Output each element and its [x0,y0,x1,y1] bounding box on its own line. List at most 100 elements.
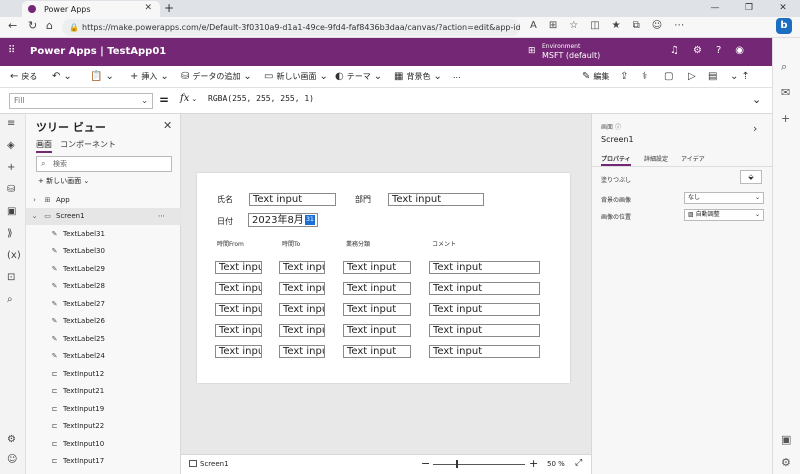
tab-advanced[interactable]: 詳細設定 [644,154,668,163]
grid-text-input[interactable]: Text input [279,345,325,358]
back-arrow-icon[interactable]: ← [8,19,17,32]
tab-components[interactable]: コンポーネント [60,139,116,150]
undo-button[interactable]: ↶ ⌄ [52,71,72,82]
background-image-dropdown[interactable]: なし ⌄ [684,192,764,204]
tab-ideas[interactable]: アイデア [681,154,705,163]
comments-icon[interactable]: ▢ [664,71,673,82]
tree-item[interactable]: ✎ TextLabel28 [26,278,181,295]
text-input-name[interactable]: Text input [249,193,336,206]
image-position-dropdown[interactable]: ▨ 自動調整 ⌄ [684,209,764,221]
grid-text-input[interactable]: Text input [279,282,325,295]
new-tab-icon[interactable]: + [164,1,174,15]
sidebar-settings-gear-icon[interactable]: ⚙ [781,456,791,469]
new-screen-button[interactable]: + 新しい画面 ⌄ [38,176,89,186]
design-canvas[interactable]: 氏名 Text input 部門 Text input 日付 2023年8月 3… [181,114,591,454]
bing-icon[interactable]: b [776,18,792,34]
fill-color-button[interactable]: ⬙ [740,170,762,184]
tree-item[interactable]: ✎ TextLabel24 [26,348,181,365]
settings-gear-icon[interactable]: ⚙ [7,434,16,445]
close-window-icon[interactable]: ✕ [766,0,800,16]
grid-text-input[interactable]: Text input [215,345,262,358]
browser-tab[interactable]: Power Apps ✕ [22,1,160,17]
expand-formula-chevron-icon[interactable]: ⌄ [752,93,761,106]
grid-text-input[interactable]: Text input [215,324,262,337]
property-dropdown[interactable]: Fill ⌄ [9,93,153,109]
tree-item[interactable]: ✎ TextLabel25 [26,331,181,348]
screen-selector[interactable]: Screen1 [189,460,229,468]
share-icon[interactable]: ⇪ [620,71,628,82]
tree-item-screen1[interactable]: ⌄ ▭ Screen1 ⋯ [26,208,181,225]
grid-text-input[interactable]: Text input [279,303,325,316]
environment-picker[interactable]: ⊞ Environment MSFT (default) [528,43,600,60]
sidebar-outlook-icon[interactable]: ✉ [781,86,790,99]
media-icon[interactable]: ▣ [7,206,16,217]
extensions-icon[interactable]: ⊞ [549,20,557,31]
tree-item[interactable]: ✎ TextLabel30 [26,243,181,260]
reader-mode-icon[interactable]: A [530,20,537,31]
maximize-icon[interactable]: ❐ [732,0,766,16]
screen1-canvas[interactable]: 氏名 Text input 部門 Text input 日付 2023年8月 3… [197,173,570,383]
split-screen-icon[interactable]: ◫ [590,20,599,31]
label-name[interactable]: 氏名 [217,194,233,205]
grid-text-input[interactable]: Text input [429,345,540,358]
background-color-button[interactable]: ▦ 背景色 ⌄ [394,71,442,82]
back-button[interactable]: ← 戻る [10,71,37,82]
tree-item[interactable]: ⊏ TextInput22 [26,418,181,435]
sidebar-add-icon[interactable]: + [781,112,790,125]
favorite-star-icon[interactable]: ☆ [569,20,578,31]
home-icon[interactable]: ⌂ [46,19,53,32]
text-input-department[interactable]: Text input [388,193,484,206]
tree-item[interactable]: ✎ TextLabel27 [26,296,181,313]
grid-text-input[interactable]: Text input [279,261,325,274]
tree-item[interactable]: ✎ TextLabel29 [26,261,181,278]
url-field[interactable]: 🔒 https://make.powerapps.com/e/Default-3… [62,19,520,36]
grid-text-input[interactable]: Text input [429,324,540,337]
grid-text-input[interactable]: Text input [215,261,262,274]
zoom-in-icon[interactable]: + [529,457,538,470]
app-checker-icon[interactable]: ⚕ [642,71,647,82]
date-picker[interactable]: 2023年8月 31 [248,213,318,227]
sidebar-layout-icon[interactable]: ▣ [781,433,791,446]
grid-text-input[interactable]: Text input [429,261,540,274]
fx-icon[interactable]: fx ⌄ [180,93,197,104]
help-icon[interactable]: ? [716,45,721,56]
paste-button[interactable]: 📋 ⌄ [90,71,114,82]
power-automate-icon[interactable]: ⟫ [7,228,13,239]
tab-screens[interactable]: 画面 [36,139,52,153]
grid-text-input[interactable]: Text input [215,303,262,316]
minimize-icon[interactable]: — [698,0,732,16]
tree-item[interactable]: ⊏ TextInput12 [26,366,181,383]
advanced-tools-icon[interactable]: ⊡ [7,272,15,283]
browser-menu-icon[interactable]: ⋯ [674,20,684,31]
grid-text-input[interactable]: Text input [343,324,411,337]
label-department[interactable]: 部門 [355,194,371,205]
data-icon[interactable]: ⛁ [7,184,15,195]
more-commands-button[interactable]: ... [453,71,461,80]
grid-text-input[interactable]: Text input [343,303,411,316]
refresh-icon[interactable]: ↻ [28,19,37,32]
insert-button[interactable]: + 挿入 ⌄ [130,71,169,82]
settings-gear-icon[interactable]: ⚙ [693,45,702,56]
search-icon[interactable]: ⌕ [7,294,13,305]
new-screen-button[interactable]: ▭ 新しい画面 ⌄ [264,71,328,82]
grid-text-input[interactable]: Text input [279,324,325,337]
header-time-to[interactable]: 時間To [282,239,300,248]
profile-icon[interactable]: ☺ [652,20,662,31]
favorites-icon[interactable]: ★ [612,20,621,31]
tree-item[interactable]: ⊏ TextInput21 [26,383,181,400]
close-icon[interactable]: ✕ [163,119,172,132]
preview-play-icon[interactable]: ▷ [688,71,696,82]
theme-button[interactable]: ◐ テーマ ⌄ [335,71,382,82]
tree-item[interactable]: ⊏ TextInput19 [26,401,181,418]
header-category[interactable]: 業務分類 [346,239,370,248]
help-icon[interactable]: ⓘ [615,124,621,131]
grid-text-input[interactable]: Text input [343,282,411,295]
tree-item[interactable]: ⊏ TextInput10 [26,436,181,453]
user-avatar-icon[interactable]: ◉ [735,45,744,56]
tree-item-app[interactable]: › ⊞ App [26,192,181,209]
collections-icon[interactable]: ⧉ [633,20,640,31]
close-tab-icon[interactable]: ✕ [144,3,152,13]
tree-item[interactable]: ✎ TextLabel31 [26,226,181,243]
grid-text-input[interactable]: Text input [429,303,540,316]
tree-view-layers-icon[interactable]: ◈ [7,140,15,151]
